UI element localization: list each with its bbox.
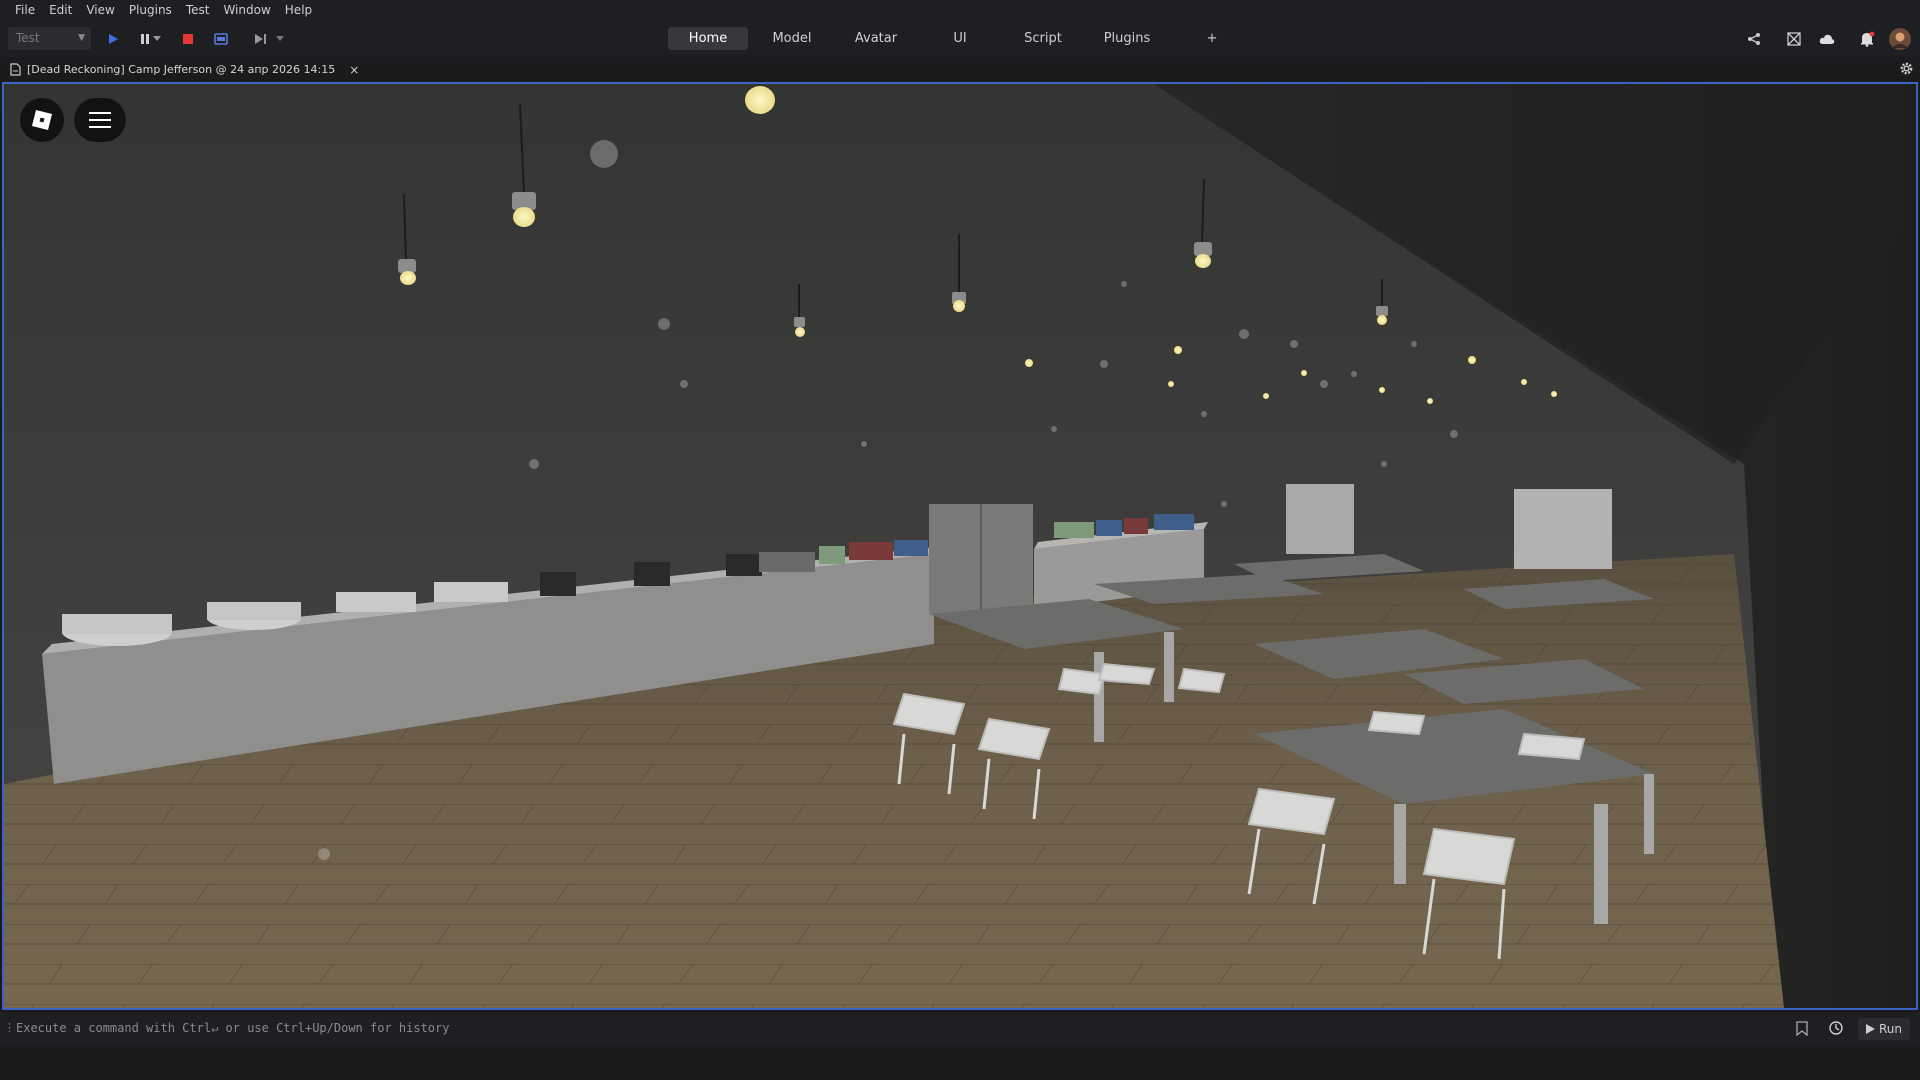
hamburger-icon bbox=[89, 112, 111, 128]
roblox-logo-button[interactable] bbox=[20, 98, 64, 142]
share-icon[interactable] bbox=[1744, 29, 1764, 49]
drag-handle-icon[interactable]: ⋮ bbox=[4, 1021, 15, 1034]
add-tab-button[interactable]: + bbox=[1200, 27, 1224, 50]
history-icon[interactable] bbox=[1828, 1020, 1844, 1040]
menu-help[interactable]: Help bbox=[278, 0, 319, 20]
settings-gear-icon[interactable] bbox=[1899, 61, 1914, 80]
avatar[interactable] bbox=[1888, 27, 1912, 51]
roblox-icon bbox=[32, 110, 52, 130]
chevron-down-icon: ▼ bbox=[78, 33, 85, 43]
hamburger-menu-button[interactable] bbox=[74, 98, 126, 142]
scene-render bbox=[4, 84, 1916, 1008]
step-icon[interactable] bbox=[251, 29, 271, 49]
file-icon bbox=[10, 63, 21, 76]
status-bar bbox=[0, 1045, 1920, 1080]
tab-home[interactable]: Home bbox=[668, 27, 748, 50]
run-button[interactable]: Run bbox=[1857, 1018, 1910, 1040]
notification-bell-icon[interactable] bbox=[1857, 29, 1877, 49]
tab-script[interactable]: Script bbox=[1003, 27, 1083, 50]
command-input[interactable]: Execute a command with Ctrl↵ or use Ctrl… bbox=[16, 1021, 449, 1035]
mode-select-value: Test bbox=[16, 31, 40, 45]
menu-window[interactable]: Window bbox=[216, 0, 277, 20]
menu-edit[interactable]: Edit bbox=[42, 0, 79, 20]
tab-avatar[interactable]: Avatar bbox=[836, 27, 916, 50]
cloud-icon[interactable] bbox=[1817, 29, 1837, 49]
mode-select[interactable]: Test ▼ bbox=[8, 27, 91, 50]
stop-icon[interactable] bbox=[178, 29, 198, 49]
run-button-label: Run bbox=[1878, 1022, 1902, 1036]
toolbar: Test ▼ Home Model Avatar UI Script Plugi… bbox=[0, 20, 1920, 57]
tab-ui[interactable]: UI bbox=[920, 27, 1000, 50]
game-viewport[interactable] bbox=[2, 82, 1918, 1010]
pause-dropdown-icon[interactable] bbox=[152, 29, 162, 49]
play-icon bbox=[1865, 1024, 1875, 1034]
bookmark-icon[interactable] bbox=[1796, 1021, 1808, 1040]
document-tab-bar: [Dead Reckoning] Camp Jefferson @ 24 апр… bbox=[0, 57, 1920, 82]
tab-model[interactable]: Model bbox=[752, 27, 832, 50]
step-dropdown-icon[interactable] bbox=[275, 29, 285, 49]
document-tab[interactable]: [Dead Reckoning] Camp Jefferson @ 24 апр… bbox=[10, 59, 359, 80]
command-bar: ⋮ Execute a command with Ctrl↵ or use Ct… bbox=[0, 1012, 1920, 1045]
play-icon[interactable] bbox=[103, 29, 123, 49]
menu-file[interactable]: File bbox=[8, 0, 42, 20]
menu-plugins[interactable]: Plugins bbox=[122, 0, 179, 20]
menu-test[interactable]: Test bbox=[179, 0, 217, 20]
menu-bar: File Edit View Plugins Test Window Help bbox=[0, 0, 1920, 20]
server-icon[interactable] bbox=[211, 29, 231, 49]
document-tab-title: [Dead Reckoning] Camp Jefferson @ 24 апр… bbox=[27, 63, 336, 76]
collaborate-icon[interactable] bbox=[1784, 29, 1804, 49]
close-icon[interactable]: × bbox=[349, 63, 359, 77]
tab-plugins[interactable]: Plugins bbox=[1087, 27, 1167, 50]
menu-view[interactable]: View bbox=[79, 0, 121, 20]
